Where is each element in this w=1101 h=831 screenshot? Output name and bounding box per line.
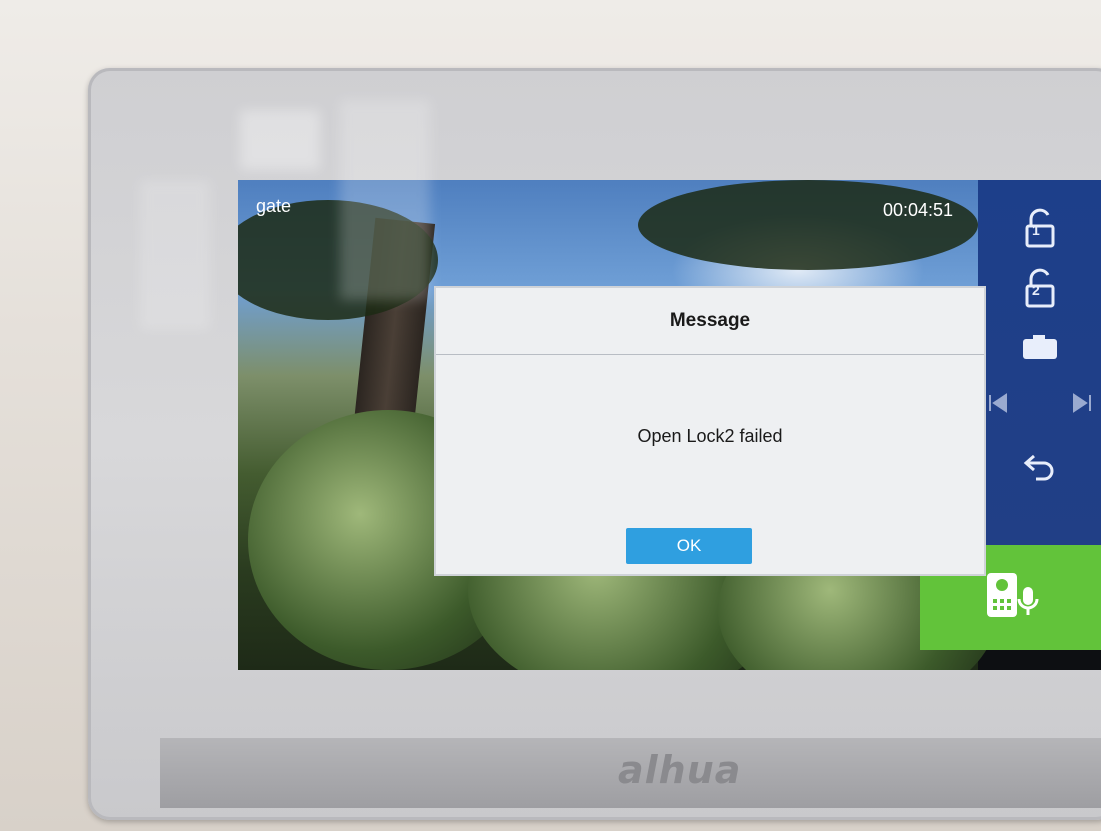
- message-dialog: Message Open Lock2 failed OK: [434, 286, 986, 576]
- unlock-1-button[interactable]: 1: [978, 208, 1101, 255]
- screen-glare: [140, 180, 210, 330]
- call-timer: 00:04:51: [883, 200, 954, 220]
- brand-logo: alhua: [618, 748, 742, 792]
- previous-camera-icon[interactable]: [986, 390, 1010, 422]
- back-button[interactable]: [978, 450, 1101, 489]
- palm-fronds-right: [638, 180, 978, 270]
- control-sidebar: 1 2: [978, 180, 1101, 545]
- unlock-2-button[interactable]: 2: [978, 268, 1101, 315]
- screen-glare: [340, 100, 430, 300]
- snapshot-button[interactable]: [978, 332, 1101, 369]
- camera-icon: [1020, 335, 1060, 368]
- screen-glare: [240, 110, 320, 170]
- ok-button[interactable]: OK: [626, 528, 752, 564]
- back-arrow-icon: [1022, 454, 1058, 488]
- intercom-microphone-icon: [979, 569, 1043, 626]
- next-camera-icon[interactable]: [1070, 390, 1094, 422]
- unlock-2-number: 2: [1032, 282, 1040, 298]
- unlock-1-number: 1: [1032, 222, 1040, 238]
- dialog-title: Message: [436, 288, 984, 355]
- dialog-message: Open Lock2 failed: [637, 426, 783, 446]
- camera-name-label: gate: [256, 196, 292, 216]
